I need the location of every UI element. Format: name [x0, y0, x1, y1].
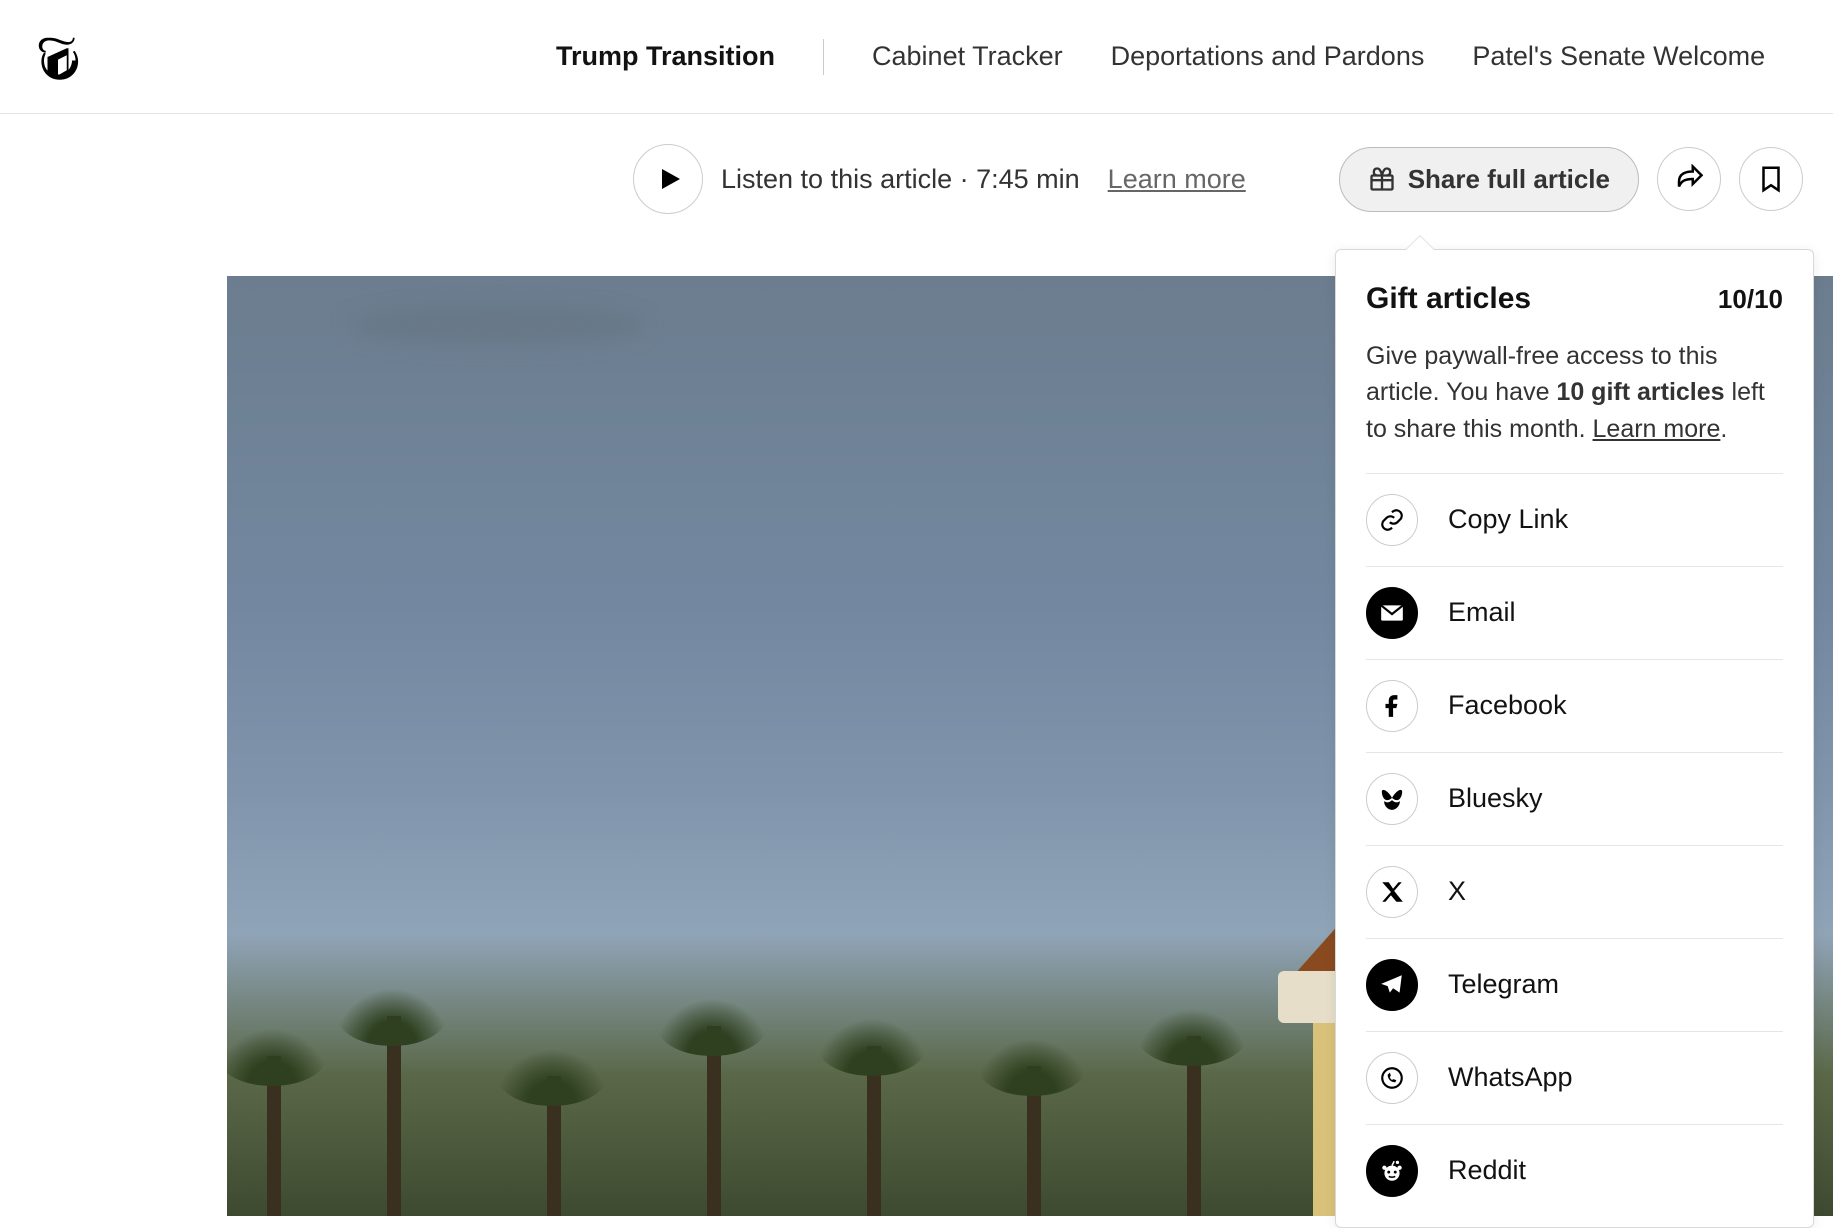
- facebook-icon: [1366, 680, 1418, 732]
- article-action-row: Listen to this article · 7:45 min Learn …: [0, 114, 1833, 242]
- action-right-group: Share full article: [1339, 147, 1803, 212]
- popover-title: Gift articles: [1366, 282, 1531, 316]
- popover-count: 10/10: [1718, 284, 1783, 315]
- email-icon: [1366, 587, 1418, 639]
- share-arrow-icon: [1674, 164, 1704, 194]
- top-nav: Trump Transition Cabinet Tracker Deporta…: [0, 0, 1833, 114]
- share-copy-link[interactable]: Copy Link: [1366, 473, 1783, 566]
- popover-description: Give paywall-free access to this article…: [1366, 338, 1783, 447]
- nav-item-2[interactable]: Patel's Senate Welcome: [1472, 41, 1765, 72]
- play-icon: [658, 167, 682, 191]
- share-label: Facebook: [1448, 690, 1567, 721]
- nav-divider: [823, 39, 824, 75]
- share-telegram[interactable]: Telegram: [1366, 938, 1783, 1031]
- share-bluesky[interactable]: Bluesky: [1366, 752, 1783, 845]
- share-full-article-label: Share full article: [1408, 164, 1610, 195]
- x-icon: [1366, 866, 1418, 918]
- gift-learn-more-link[interactable]: Learn more: [1593, 415, 1721, 443]
- bluesky-icon: [1366, 773, 1418, 825]
- share-label: X: [1448, 876, 1466, 907]
- share-label: Telegram: [1448, 969, 1559, 1000]
- share-reddit[interactable]: Reddit: [1366, 1124, 1783, 1217]
- share-label: Reddit: [1448, 1155, 1526, 1186]
- bookmark-button[interactable]: [1739, 147, 1803, 211]
- share-options-list: Copy Link Email Facebook Bluesky X Teleg…: [1366, 473, 1783, 1217]
- whatsapp-icon: [1366, 1052, 1418, 1104]
- listen-learn-more-link[interactable]: Learn more: [1108, 164, 1246, 195]
- share-arrow-button[interactable]: [1657, 147, 1721, 211]
- nav-item-0[interactable]: Cabinet Tracker: [872, 41, 1063, 72]
- listen-label: Listen to this article · 7:45 min: [721, 164, 1080, 195]
- share-facebook[interactable]: Facebook: [1366, 659, 1783, 752]
- share-x[interactable]: X: [1366, 845, 1783, 938]
- gift-icon: [1368, 165, 1396, 193]
- gift-articles-popover: Gift articles 10/10 Give paywall-free ac…: [1335, 249, 1814, 1228]
- link-icon: [1366, 494, 1418, 546]
- bookmark-icon: [1756, 164, 1786, 194]
- share-label: Bluesky: [1448, 783, 1543, 814]
- share-label: WhatsApp: [1448, 1062, 1573, 1093]
- share-email[interactable]: Email: [1366, 566, 1783, 659]
- nav-item-1[interactable]: Deportations and Pardons: [1111, 41, 1425, 72]
- nav-main-topic[interactable]: Trump Transition: [556, 41, 775, 72]
- share-label: Copy Link: [1448, 504, 1568, 535]
- nyt-logo-icon[interactable]: [30, 29, 86, 85]
- popover-header: Gift articles 10/10: [1366, 282, 1783, 316]
- share-whatsapp[interactable]: WhatsApp: [1366, 1031, 1783, 1124]
- share-full-article-button[interactable]: Share full article: [1339, 147, 1639, 212]
- telegram-icon: [1366, 959, 1418, 1011]
- share-label: Email: [1448, 597, 1516, 628]
- nav-links: Trump Transition Cabinet Tracker Deporta…: [556, 39, 1765, 75]
- play-audio-button[interactable]: [633, 144, 703, 214]
- reddit-icon: [1366, 1145, 1418, 1197]
